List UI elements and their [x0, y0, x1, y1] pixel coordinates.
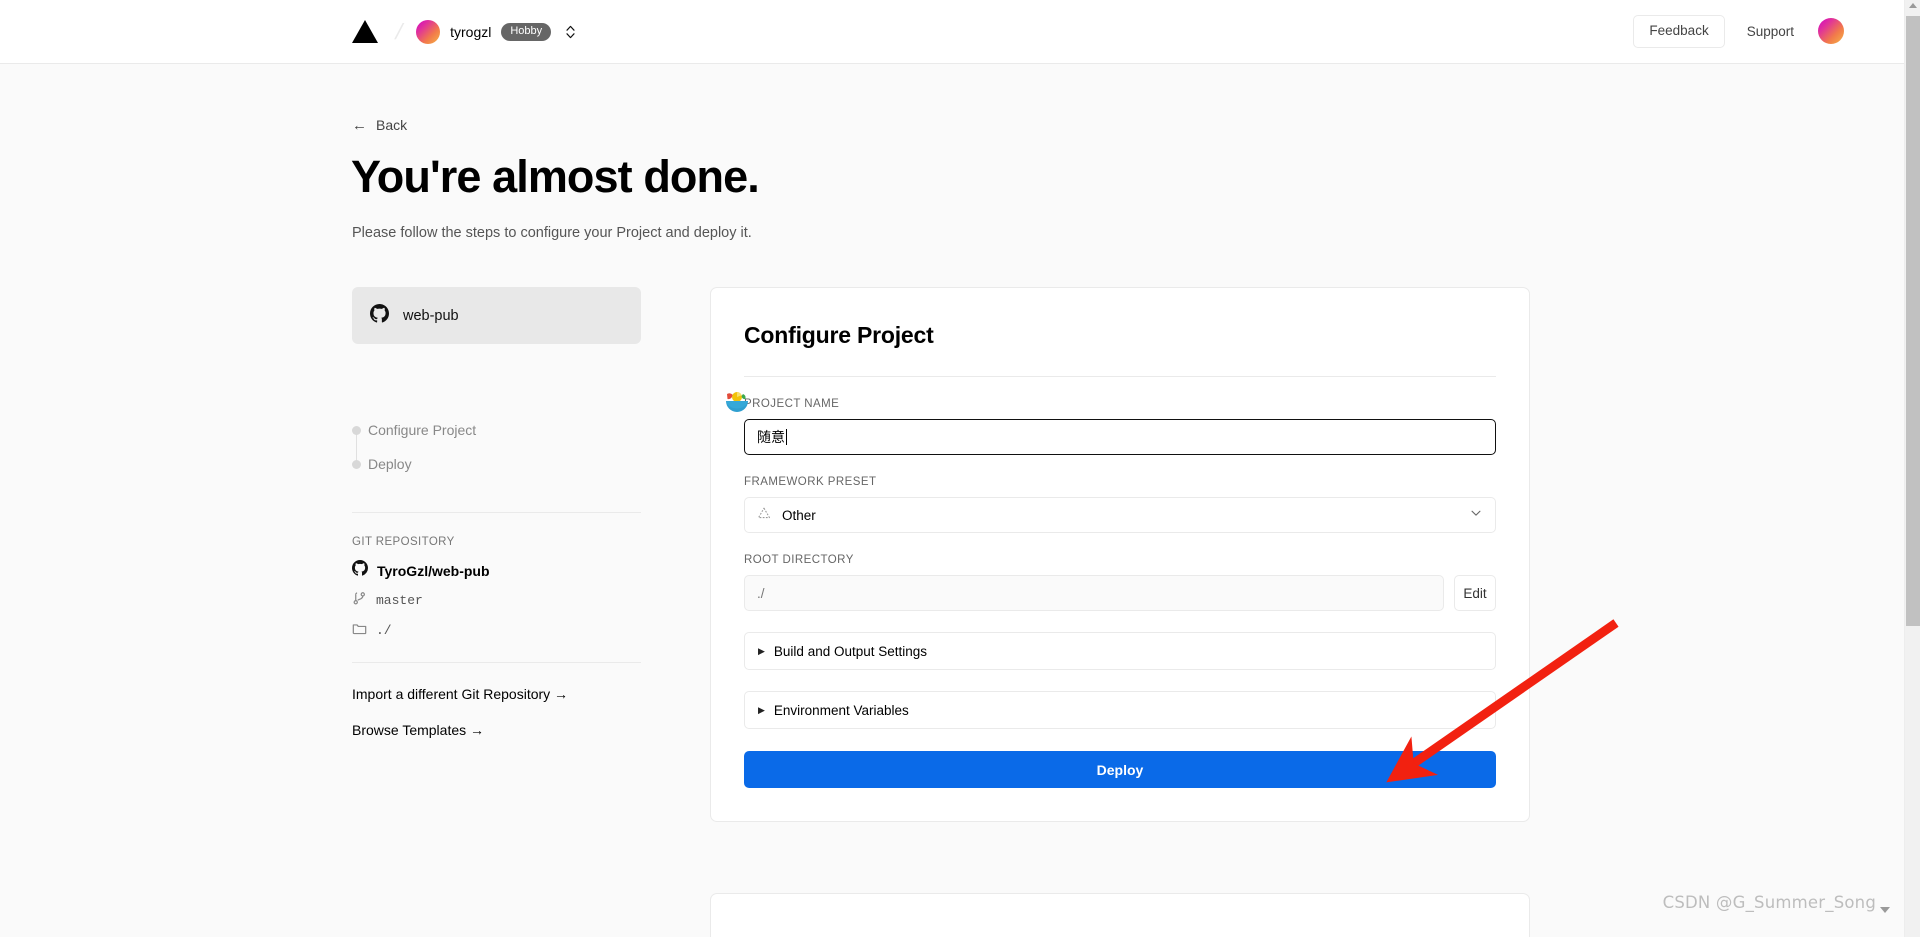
- git-repo-name: TyroGzl/web-pub: [377, 562, 490, 579]
- framework-preset-select[interactable]: Other: [744, 497, 1496, 533]
- dropdown-caret-icon: [1880, 907, 1890, 913]
- root-directory-edit-button[interactable]: Edit: [1454, 575, 1496, 611]
- browse-templates-link[interactable]: Browse Templates →: [352, 722, 641, 738]
- scroll-up-arrow-icon[interactable]: [1908, 3, 1917, 8]
- sidebar: web-pub Configure Project Deploy GIT REP…: [352, 287, 641, 758]
- root-directory-input[interactable]: ./: [744, 575, 1444, 611]
- chevron-up-down-icon[interactable]: [563, 22, 577, 42]
- project-name-field: PROJECT NAME 随意: [726, 377, 1496, 455]
- environment-variables-accordion[interactable]: ▶ Environment Variables: [744, 691, 1496, 729]
- header-left-group: / tyrogzl Hobby: [352, 18, 577, 44]
- team-avatar[interactable]: [416, 19, 441, 44]
- git-repository-heading: GIT REPOSITORY: [352, 536, 455, 548]
- support-link[interactable]: Support: [1747, 24, 1794, 39]
- feedback-button[interactable]: Feedback: [1633, 15, 1725, 48]
- git-directory-row: ./: [352, 621, 641, 640]
- step-dot-icon: [352, 459, 361, 469]
- deploy-button[interactable]: Deploy: [744, 751, 1496, 788]
- step-label: Deploy: [368, 456, 412, 472]
- project-name-label: PROJECT NAME: [744, 398, 840, 410]
- page-body: ← Back You're almost done. Please follow…: [0, 64, 1904, 937]
- deploying-card-partial: [710, 893, 1530, 937]
- github-icon: [370, 303, 389, 328]
- framework-preset-label: FRAMEWORK PRESET: [744, 476, 877, 488]
- github-icon: [352, 560, 368, 581]
- framework-preset-value: Other: [782, 507, 816, 523]
- project-name-input[interactable]: 随意: [744, 419, 1496, 455]
- back-label: Back: [376, 117, 408, 133]
- page-subtitle: Please follow the steps to configure you…: [352, 225, 752, 241]
- git-directory-path: ./: [376, 623, 392, 638]
- steps-list: Configure Project Deploy: [352, 420, 641, 474]
- selected-repo-card[interactable]: web-pub: [352, 287, 641, 344]
- root-directory-row: ./ Edit: [744, 575, 1496, 611]
- step-dot-icon: [352, 425, 361, 435]
- sidebar-divider-2: [352, 662, 641, 663]
- back-link[interactable]: ← Back: [352, 117, 407, 133]
- selected-repo-name: web-pub: [403, 307, 459, 324]
- step-label: Configure Project: [368, 422, 477, 438]
- framework-preset-field: FRAMEWORK PRESET Other: [744, 455, 1496, 533]
- caret-right-icon: ▶: [758, 704, 765, 715]
- user-avatar[interactable]: [1818, 18, 1844, 45]
- git-branch-row: master: [352, 591, 641, 610]
- header-right-group: Feedback Support: [1633, 15, 1844, 48]
- breadcrumb-separator: /: [393, 18, 406, 44]
- other-framework-triangle-icon: [757, 506, 771, 525]
- app-header: / tyrogzl Hobby Feedback Support: [0, 0, 1904, 64]
- vertical-scrollbar-thumb[interactable]: [1906, 16, 1920, 626]
- step-configure-project: Configure Project: [352, 420, 641, 440]
- build-and-output-settings-accordion[interactable]: ▶ Build and Output Settings: [744, 632, 1496, 670]
- import-different-repo-link[interactable]: Import a different Git Repository →: [352, 686, 641, 702]
- page-title: You're almost done.: [351, 151, 760, 202]
- git-branch-name: master: [376, 593, 423, 608]
- arrow-left-icon: ←: [352, 116, 367, 134]
- root-directory-field: ROOT DIRECTORY ./ Edit: [744, 533, 1496, 611]
- sidebar-links: Import a different Git Repository → Brow…: [352, 686, 641, 738]
- team-name[interactable]: tyrogzl: [450, 24, 491, 40]
- root-directory-label: ROOT DIRECTORY: [744, 554, 854, 566]
- vertical-scrollbar[interactable]: [1904, 0, 1920, 937]
- accordion-label: Build and Output Settings: [773, 643, 928, 659]
- accordion-label: Environment Variables: [773, 702, 909, 718]
- caret-right-icon: ▶: [758, 645, 765, 656]
- chevron-down-icon: [1469, 506, 1483, 525]
- configure-project-title: Configure Project: [744, 322, 934, 348]
- git-repo-row: TyroGzl/web-pub: [352, 560, 641, 581]
- git-repository-section: GIT REPOSITORY TyroGzl/web-pub master ./: [352, 536, 641, 640]
- vercel-triangle-logo[interactable]: [352, 20, 378, 43]
- configure-project-card: Configure Project PROJECT NAME 随意 FRAMEW…: [710, 287, 1530, 822]
- plan-badge: Hobby: [501, 22, 552, 41]
- project-name-value: 随意: [757, 429, 785, 445]
- watermark-text: CSDN @G_Summer_Song: [1662, 893, 1876, 912]
- folder-icon: [352, 621, 367, 641]
- git-branch-icon: [352, 591, 367, 611]
- sidebar-divider: [352, 512, 641, 513]
- step-deploy: Deploy: [352, 454, 641, 474]
- text-cursor: [786, 429, 787, 445]
